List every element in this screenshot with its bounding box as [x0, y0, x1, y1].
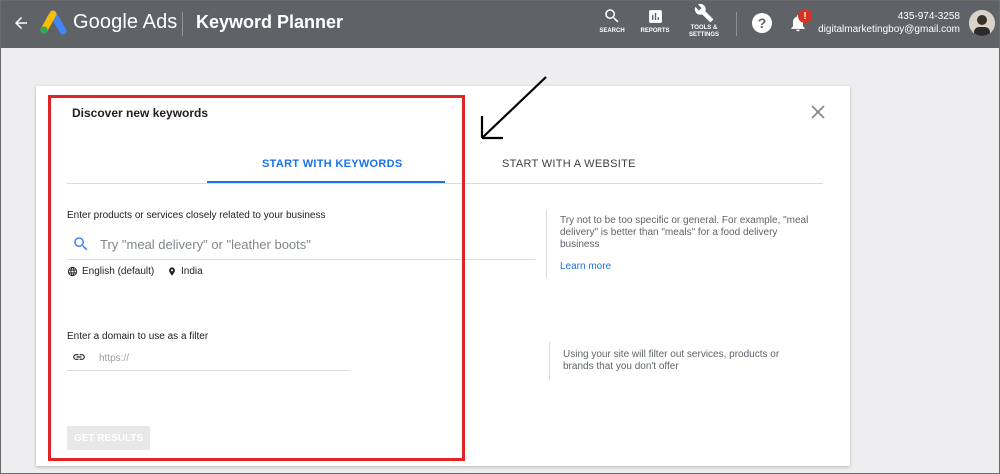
location-value: India	[181, 266, 203, 277]
keywords-input-underline	[67, 259, 535, 260]
tools-label-line1: TOOLS &	[690, 25, 718, 31]
user-avatar-icon	[969, 10, 995, 36]
link-icon	[73, 354, 85, 360]
globe-icon	[67, 266, 78, 277]
location-pin-icon	[169, 267, 175, 276]
notification-badge: !	[798, 9, 812, 23]
keywords-hint-text: Try not to be too specific or general. F…	[560, 215, 809, 250]
search-tool-button[interactable]: SEARCH	[596, 6, 628, 35]
help-button[interactable]: ?	[752, 13, 772, 33]
domain-hint-text: Using your site will filter out services…	[563, 349, 780, 372]
wrench-icon	[694, 3, 714, 23]
reports-tool-button[interactable]: REPORTS	[638, 6, 672, 35]
search-icon	[605, 9, 619, 23]
avatar[interactable]	[969, 10, 995, 36]
search-tool-label: SEARCH	[599, 28, 625, 34]
help-icon: ?	[757, 15, 767, 31]
account-email: digitalmarketingboy@gmail.com	[818, 24, 960, 35]
back-button[interactable]	[10, 12, 32, 34]
header-divider	[736, 12, 737, 36]
card-title: Discover new keywords	[72, 106, 209, 120]
hint-divider	[546, 210, 547, 278]
account-info[interactable]: 435-974-3258 digitalmarketingboy@gmail.c…	[818, 10, 960, 36]
close-button[interactable]	[808, 102, 828, 122]
keywords-field-label: Enter products or services closely relat…	[67, 210, 326, 221]
language-value: English (default)	[82, 266, 155, 277]
domain-input-underline	[67, 370, 350, 371]
reports-icon	[648, 9, 662, 23]
tabs-divider	[67, 183, 823, 184]
arrow-back-icon	[15, 17, 27, 29]
domain-input[interactable]	[99, 350, 344, 366]
active-tab-indicator	[207, 181, 445, 183]
page-title: Keyword Planner	[196, 12, 344, 32]
hint-divider	[549, 342, 550, 380]
tools-settings-button[interactable]: TOOLS & SETTINGS	[684, 3, 724, 39]
get-results-button[interactable]: GET RESULTS	[67, 426, 150, 450]
search-icon	[74, 237, 88, 251]
close-icon	[811, 105, 825, 119]
domain-field-label: Enter a domain to use as a filter	[67, 331, 209, 342]
google-ads-logo-icon	[40, 10, 67, 35]
top-app-bar: Google Ads Keyword Planner SEARCH REPORT…	[0, 0, 1000, 48]
learn-more-link[interactable]: Learn more	[560, 261, 611, 272]
brand-name: Google Ads	[73, 11, 178, 33]
location-selector[interactable]: India	[167, 266, 203, 277]
reports-tool-label: REPORTS	[640, 28, 670, 34]
tab-start-with-keywords[interactable]: START WITH KEYWORDS	[262, 158, 403, 170]
header-divider	[182, 12, 183, 36]
account-phone: 435-974-3258	[897, 11, 960, 22]
tools-label-line2: SETTINGS	[688, 32, 719, 38]
tab-start-with-website[interactable]: START WITH A WEBSITE	[502, 158, 636, 170]
language-selector[interactable]: English (default)	[67, 266, 154, 277]
discover-keywords-card	[36, 86, 850, 466]
keywords-input[interactable]	[100, 234, 530, 254]
